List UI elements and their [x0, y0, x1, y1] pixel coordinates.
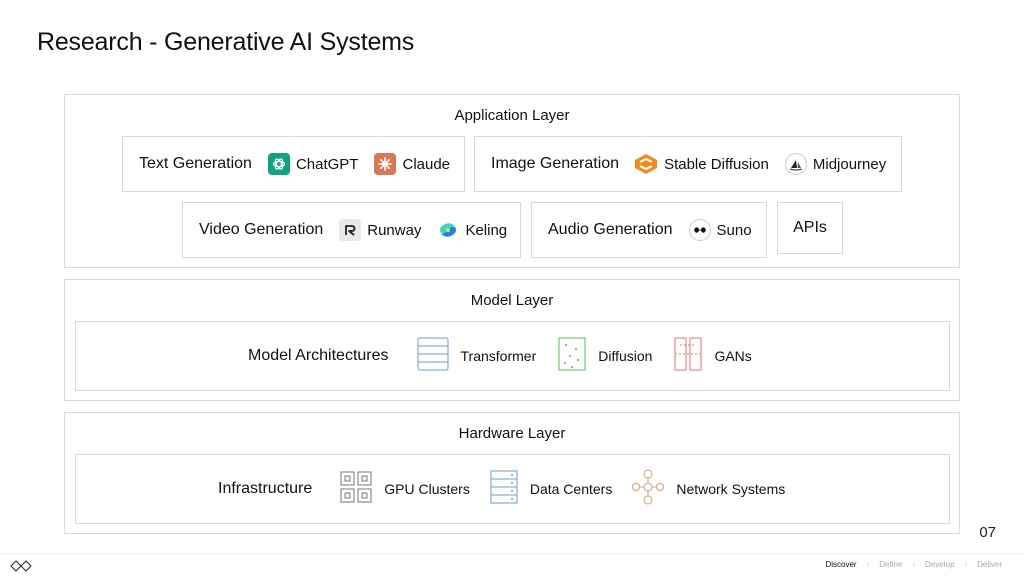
nav-define[interactable]: Define	[879, 560, 902, 569]
keling-item: Keling	[437, 219, 507, 241]
suno-icon	[688, 219, 711, 241]
chevron-right-icon: ›	[912, 560, 916, 569]
gans-item: GANs	[674, 337, 752, 376]
page-number: 07	[979, 524, 996, 541]
runway-label: Runway	[367, 221, 422, 239]
diffusion-item: Diffusion	[558, 337, 652, 376]
claude-label: Claude	[402, 155, 451, 173]
stable-diffusion-item: Stable Diffusion	[634, 153, 769, 175]
midjourney-item: Midjourney	[784, 153, 887, 175]
infrastructure-box: Infrastructure GPU Clusters Data Centers…	[75, 454, 950, 524]
suno-label: Suno	[716, 221, 752, 239]
model-architectures-label: Model Architectures	[248, 347, 389, 364]
application-layer-title: Application Layer	[454, 107, 570, 124]
chatgpt-item: ChatGPT	[267, 153, 359, 175]
midjourney-label: Midjourney	[812, 155, 887, 173]
claude-item: Claude	[374, 153, 450, 175]
claude-icon	[374, 153, 397, 175]
image-generation-label: Image Generation	[491, 155, 620, 172]
image-generation-box: Image Generation Stable Diffusion Midjou…	[474, 136, 902, 192]
nav-develop[interactable]: Develop	[925, 560, 954, 569]
transformer-item: Transformer	[417, 337, 537, 376]
gpu-clusters-icon	[340, 471, 372, 508]
footer-divider	[0, 553, 1024, 554]
data-centers-label: Data Centers	[529, 481, 613, 497]
apis-box: APIs	[777, 202, 843, 254]
video-generation-box: Video Generation Runway Keling	[182, 202, 521, 258]
video-generation-label: Video Generation	[199, 221, 324, 238]
text-generation-box: Text Generation ChatGPT Claude	[122, 136, 465, 192]
nav-deliver[interactable]: Deliver	[977, 560, 1002, 569]
application-layer: Application Layer Text Generation ChatGP…	[64, 94, 960, 268]
data-centers-icon	[490, 470, 518, 509]
audio-generation-label: Audio Generation	[548, 221, 673, 238]
diffusion-label: Diffusion	[598, 348, 653, 364]
network-systems-label: Network Systems	[676, 481, 786, 497]
apis-label: APIs	[793, 219, 827, 236]
model-layer-title: Model Layer	[470, 292, 554, 309]
transformer-label: Transformer	[460, 348, 537, 364]
text-generation-label: Text Generation	[139, 155, 252, 172]
runway-icon	[339, 219, 362, 241]
infrastructure-label: Infrastructure	[218, 480, 313, 497]
stable-diffusion-label: Stable Diffusion	[664, 155, 769, 173]
model-layer: Model Layer Model Architectures Transfor…	[64, 279, 960, 401]
hardware-layer-title: Hardware Layer	[458, 425, 566, 442]
audio-generation-box: Audio Generation Suno	[531, 202, 767, 258]
page-title: Research - Generative AI Systems	[37, 28, 415, 56]
gans-label: GANs	[714, 348, 752, 364]
diffusion-icon	[558, 337, 586, 376]
midjourney-icon	[784, 153, 807, 175]
network-systems-icon	[632, 469, 665, 510]
runway-item: Runway	[339, 219, 421, 241]
hardware-layer: Hardware Layer Infrastructure GPU Cluste…	[64, 412, 960, 534]
stable-diffusion-icon	[634, 153, 658, 175]
data-centers-item: Data Centers	[490, 470, 612, 509]
chevron-right-icon: ›	[866, 560, 870, 569]
gans-icon	[674, 337, 702, 376]
diamond-logo-icon	[10, 559, 32, 576]
nav-discover[interactable]: Discover	[825, 560, 856, 569]
gpu-clusters-item: GPU Clusters	[340, 471, 470, 508]
keling-label: Keling	[465, 221, 508, 239]
suno-item: Suno	[688, 219, 752, 241]
chatgpt-icon	[267, 153, 290, 175]
network-systems-item: Network Systems	[632, 469, 785, 510]
model-architectures-box: Model Architectures Transformer Diffusio…	[75, 321, 950, 391]
transformer-icon	[417, 337, 449, 376]
keling-icon	[437, 219, 459, 241]
footer-nav: Discover › Define › Develop › Deliver	[815, 560, 1002, 569]
gpu-clusters-label: GPU Clusters	[384, 481, 470, 497]
chevron-right-icon: ›	[964, 560, 968, 569]
chatgpt-label: ChatGPT	[295, 155, 359, 173]
